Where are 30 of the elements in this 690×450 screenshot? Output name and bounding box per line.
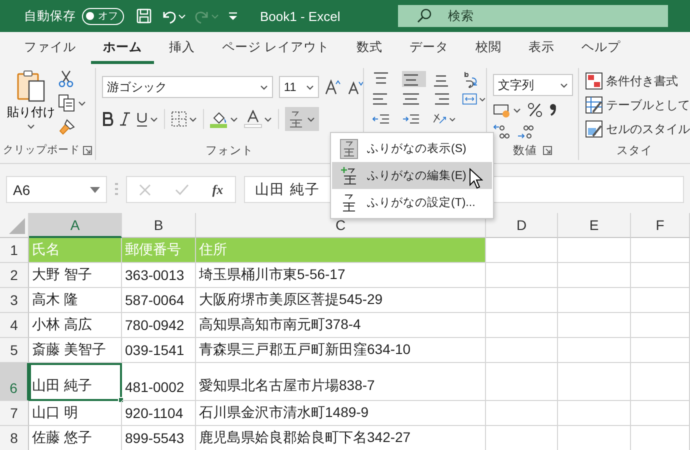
table-cell: 039-1541 <box>122 338 196 363</box>
group-label: クリップボード <box>2 143 80 157</box>
column-heading: 住所 <box>196 238 486 263</box>
table-cell: 899-5543 <box>122 426 196 450</box>
table-cell: 石川県金沢市清水町1489-9 <box>196 401 486 426</box>
table-cell: 小林 高広 <box>29 313 122 338</box>
table-cell: 587-0064 <box>122 288 196 313</box>
table-cell: 大野 智子 <box>29 263 122 288</box>
table-cell: 愛知県北名古屋市片場838-7 <box>196 363 486 401</box>
group-label: 数値 <box>512 144 537 158</box>
table-cell: 363-0013 <box>122 263 196 288</box>
table-cell: 佐藤 悠子 <box>29 426 122 450</box>
table-cell: 高知県高知市南元町378-4 <box>196 313 486 338</box>
table-cell: 780-0942 <box>122 313 196 338</box>
column-heading: 氏名 <box>29 238 122 263</box>
table-cell: 斎藤 美智子 <box>29 338 122 363</box>
table-cell: 481-0002 <box>122 363 196 401</box>
window-title: Book1 - Excel <box>260 8 342 24</box>
table-cell: 青森県三戸郡五戸町新田窪634-10 <box>196 338 486 363</box>
table-cell: 山口 明 <box>29 401 122 426</box>
autosave-label: 自動保存 <box>24 8 76 24</box>
group-label: フォント <box>205 144 254 158</box>
table-cell: 920-1104 <box>122 401 196 426</box>
table-cell: 高木 隆 <box>29 288 122 313</box>
table-cell: 鹿児島県姶良郡姶良町下名342-27 <box>196 426 486 450</box>
table-cell: 埼玉県桶川市東5-56-17 <box>196 263 486 288</box>
group-label: スタイ <box>616 144 652 158</box>
table-cell: 大阪府堺市美原区菩提545-29 <box>196 288 486 313</box>
table-cell: 山田 純子 <box>29 363 122 401</box>
column-heading: 郵便番号 <box>122 238 196 263</box>
